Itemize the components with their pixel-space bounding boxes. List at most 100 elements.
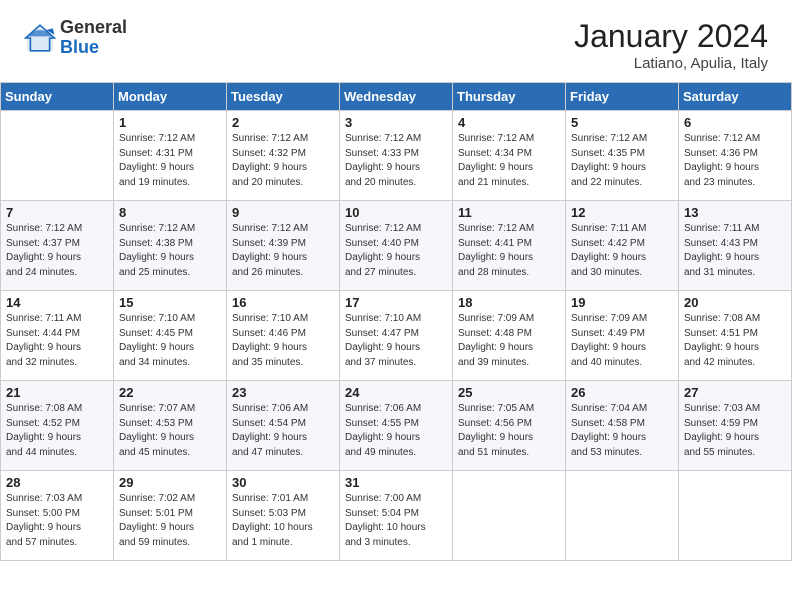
day-info: Sunrise: 7:10 AM Sunset: 4:45 PM Dayligh… [119,312,221,370]
day-number: 12 [571,205,673,220]
day-info: Sunrise: 7:12 AM Sunset: 4:41 PM Dayligh… [458,222,560,280]
day-info: Sunrise: 7:06 AM Sunset: 4:54 PM Dayligh… [232,402,334,460]
day-info: Sunrise: 7:02 AM Sunset: 5:01 PM Dayligh… [119,492,221,550]
logo: General Blue [24,18,127,58]
day-cell-28: 28 Sunrise: 7:03 AM Sunset: 5:00 PM Dayli… [1,471,114,561]
day-cell-24: 24 Sunrise: 7:06 AM Sunset: 4:55 PM Dayli… [340,381,453,471]
day-number: 13 [684,205,786,220]
day-cell-27: 27Sunrise: 7:03 AM Sunset: 4:59 PM Dayli… [679,381,792,471]
day-number: 10 [345,205,447,220]
weekday-header-saturday: Saturday [679,83,792,111]
day-number: 28 [6,475,108,490]
logo-general-text: General [60,18,127,38]
day-cell-20: 20 Sunrise: 7:08 AM Sunset: 4:51 PM Dayli… [679,291,792,381]
day-number: 24 [345,385,447,400]
day-cell-6: 6 Sunrise: 7:12 AM Sunset: 4:36 PM Daylig… [679,111,792,201]
day-number: 21 [6,385,108,400]
day-info: Sunrise: 7:07 AM Sunset: 4:53 PM Dayligh… [119,402,221,460]
day-cell-9: 9Sunrise: 7:12 AM Sunset: 4:39 PM Daylig… [227,201,340,291]
day-info: Sunrise: 7:03 AM Sunset: 5:00 PM Dayligh… [6,492,108,550]
day-cell-11: 11 Sunrise: 7:12 AM Sunset: 4:41 PM Dayli… [453,201,566,291]
day-cell-18: 18Sunrise: 7:09 AM Sunset: 4:48 PM Dayli… [453,291,566,381]
logo-blue-text: Blue [60,38,127,58]
day-info: Sunrise: 7:09 AM Sunset: 4:48 PM Dayligh… [458,312,560,370]
day-number: 30 [232,475,334,490]
week-row-1: 1 Sunrise: 7:12 AM Sunset: 4:31 PM Daylig… [1,111,792,201]
day-number: 8 [119,205,221,220]
day-number: 17 [345,295,447,310]
day-number: 4 [458,115,560,130]
day-number: 29 [119,475,221,490]
day-number: 14 [6,295,108,310]
day-number: 6 [684,115,786,130]
day-number: 25 [458,385,560,400]
day-cell-3: 3Sunrise: 7:12 AM Sunset: 4:33 PM Daylig… [340,111,453,201]
day-cell-30: 30 Sunrise: 7:01 AM Sunset: 5:03 PM Dayli… [227,471,340,561]
day-info: Sunrise: 7:12 AM Sunset: 4:31 PM Dayligh… [119,132,221,190]
day-cell-4: 4 Sunrise: 7:12 AM Sunset: 4:34 PM Daylig… [453,111,566,201]
day-cell-21: 21 Sunrise: 7:08 AM Sunset: 4:52 PM Dayli… [1,381,114,471]
logo-text: General Blue [60,18,127,58]
title-block: January 2024 Latiano, Apulia, Italy [574,18,768,72]
day-info: Sunrise: 7:12 AM Sunset: 4:34 PM Dayligh… [458,132,560,190]
day-info: Sunrise: 7:06 AM Sunset: 4:55 PM Dayligh… [345,402,447,460]
day-number: 2 [232,115,334,130]
weekday-header-sunday: Sunday [1,83,114,111]
day-info: Sunrise: 7:12 AM Sunset: 4:35 PM Dayligh… [571,132,673,190]
day-info: Sunrise: 7:04 AM Sunset: 4:58 PM Dayligh… [571,402,673,460]
day-cell-31: 31Sunrise: 7:00 AM Sunset: 5:04 PM Dayli… [340,471,453,561]
day-number: 22 [119,385,221,400]
empty-cell [566,471,679,561]
weekday-header-friday: Friday [566,83,679,111]
day-number: 20 [684,295,786,310]
day-info: Sunrise: 7:12 AM Sunset: 4:39 PM Dayligh… [232,222,334,280]
day-info: Sunrise: 7:09 AM Sunset: 4:49 PM Dayligh… [571,312,673,370]
day-info: Sunrise: 7:03 AM Sunset: 4:59 PM Dayligh… [684,402,786,460]
day-info: Sunrise: 7:05 AM Sunset: 4:56 PM Dayligh… [458,402,560,460]
day-cell-26: 26 Sunrise: 7:04 AM Sunset: 4:58 PM Dayli… [566,381,679,471]
location-title: Latiano, Apulia, Italy [574,55,768,72]
day-number: 16 [232,295,334,310]
logo-icon [24,22,56,54]
page-header: General Blue January 2024 Latiano, Apuli… [0,0,792,82]
calendar-table: SundayMondayTuesdayWednesdayThursdayFrid… [0,82,792,561]
day-info: Sunrise: 7:08 AM Sunset: 4:51 PM Dayligh… [684,312,786,370]
day-number: 26 [571,385,673,400]
day-number: 15 [119,295,221,310]
day-cell-12: 12Sunrise: 7:11 AM Sunset: 4:42 PM Dayli… [566,201,679,291]
empty-cell [453,471,566,561]
day-cell-5: 5Sunrise: 7:12 AM Sunset: 4:35 PM Daylig… [566,111,679,201]
day-number: 23 [232,385,334,400]
weekday-header-row: SundayMondayTuesdayWednesdayThursdayFrid… [1,83,792,111]
day-cell-17: 17 Sunrise: 7:10 AM Sunset: 4:47 PM Dayli… [340,291,453,381]
day-number: 11 [458,205,560,220]
day-info: Sunrise: 7:12 AM Sunset: 4:37 PM Dayligh… [6,222,108,280]
day-number: 3 [345,115,447,130]
day-cell-19: 19 Sunrise: 7:09 AM Sunset: 4:49 PM Dayli… [566,291,679,381]
empty-cell [1,111,114,201]
day-cell-16: 16Sunrise: 7:10 AM Sunset: 4:46 PM Dayli… [227,291,340,381]
week-row-5: 28 Sunrise: 7:03 AM Sunset: 5:00 PM Dayli… [1,471,792,561]
weekday-header-monday: Monday [114,83,227,111]
week-row-3: 14 Sunrise: 7:11 AM Sunset: 4:44 PM Dayli… [1,291,792,381]
day-info: Sunrise: 7:12 AM Sunset: 4:36 PM Dayligh… [684,132,786,190]
day-cell-22: 22 Sunrise: 7:07 AM Sunset: 4:53 PM Dayli… [114,381,227,471]
day-number: 1 [119,115,221,130]
day-cell-2: 2 Sunrise: 7:12 AM Sunset: 4:32 PM Daylig… [227,111,340,201]
day-info: Sunrise: 7:12 AM Sunset: 4:32 PM Dayligh… [232,132,334,190]
weekday-header-tuesday: Tuesday [227,83,340,111]
day-number: 19 [571,295,673,310]
day-info: Sunrise: 7:08 AM Sunset: 4:52 PM Dayligh… [6,402,108,460]
day-info: Sunrise: 7:12 AM Sunset: 4:38 PM Dayligh… [119,222,221,280]
day-info: Sunrise: 7:10 AM Sunset: 4:47 PM Dayligh… [345,312,447,370]
weekday-header-thursday: Thursday [453,83,566,111]
day-cell-10: 10Sunrise: 7:12 AM Sunset: 4:40 PM Dayli… [340,201,453,291]
day-info: Sunrise: 7:01 AM Sunset: 5:03 PM Dayligh… [232,492,334,550]
day-info: Sunrise: 7:00 AM Sunset: 5:04 PM Dayligh… [345,492,447,550]
week-row-4: 21 Sunrise: 7:08 AM Sunset: 4:52 PM Dayli… [1,381,792,471]
day-cell-29: 29 Sunrise: 7:02 AM Sunset: 5:01 PM Dayli… [114,471,227,561]
weekday-header-wednesday: Wednesday [340,83,453,111]
empty-cell [679,471,792,561]
day-info: Sunrise: 7:11 AM Sunset: 4:44 PM Dayligh… [6,312,108,370]
day-cell-14: 14 Sunrise: 7:11 AM Sunset: 4:44 PM Dayli… [1,291,114,381]
